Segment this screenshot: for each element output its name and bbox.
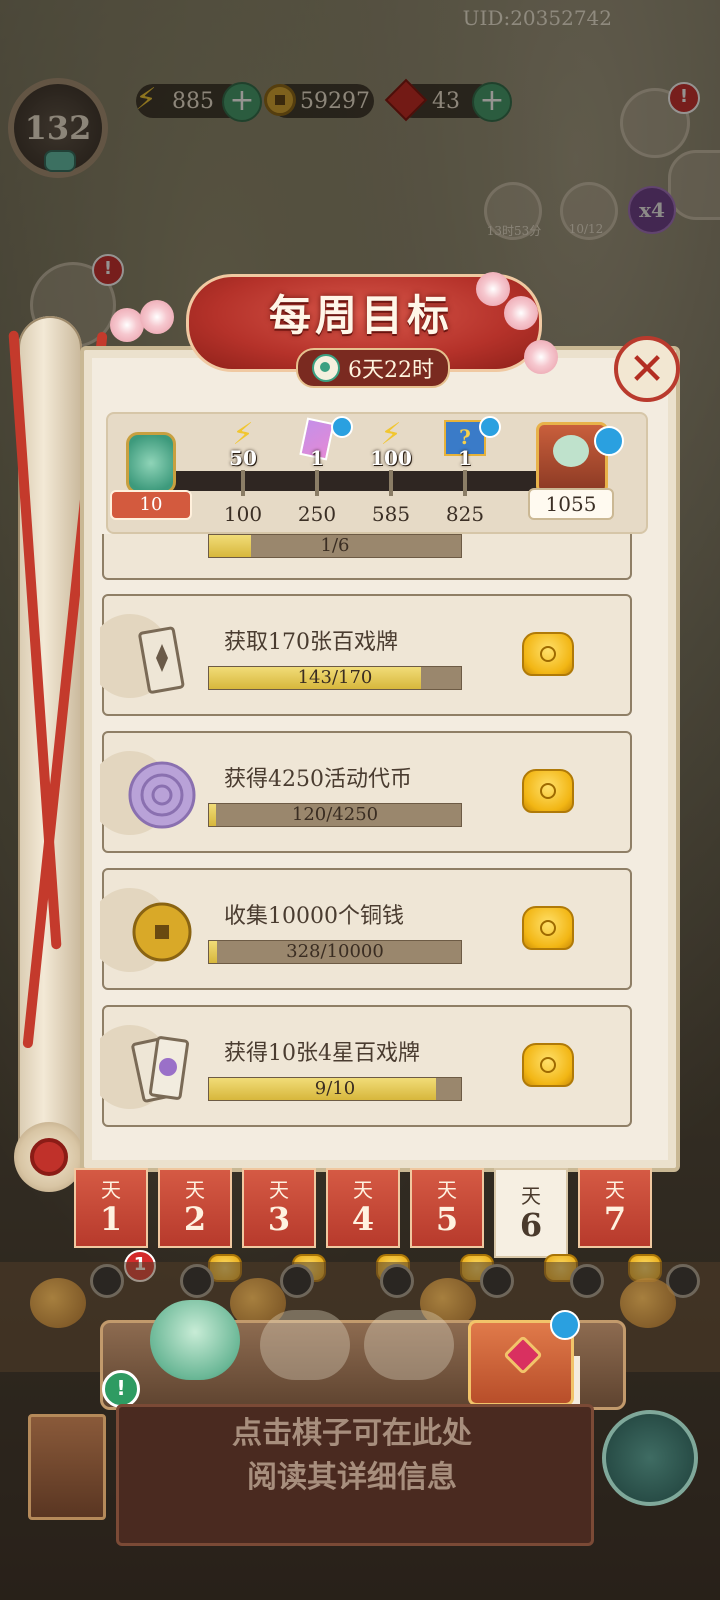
day-number: 7 xyxy=(603,1200,627,1238)
day-number: 1 xyxy=(99,1200,123,1238)
milestone-reward-1[interactable]: ⚡ 50 xyxy=(213,420,273,472)
task-name: 获得4250活动代币 xyxy=(224,767,412,792)
close-button[interactable]: ✕ xyxy=(614,336,680,402)
reward-amount: 1 xyxy=(310,446,324,470)
blossom-decoration xyxy=(110,308,144,342)
milestone-points: 585 xyxy=(371,502,411,526)
day-number: 3 xyxy=(267,1200,291,1238)
day-number: 4 xyxy=(351,1200,375,1238)
reward-amount: 100 xyxy=(370,446,412,470)
milestone-tick xyxy=(389,470,393,496)
current-points: 10 xyxy=(110,490,192,520)
gold-ingot-reward-icon[interactable] xyxy=(522,906,574,950)
final-reward-magnifier-icon[interactable] xyxy=(594,426,624,456)
day-tab-5[interactable]: 天5 xyxy=(410,1168,484,1248)
cabinet-button[interactable] xyxy=(28,1414,106,1520)
info-alert-badge[interactable]: ! xyxy=(102,1370,140,1408)
time-left: 6天22时 xyxy=(348,358,434,383)
task-progress-text: 120/4250 xyxy=(291,804,379,825)
locked-cat-silhouette xyxy=(364,1310,454,1380)
board-peg xyxy=(570,1264,604,1298)
chest-magnifier-icon[interactable] xyxy=(550,1310,580,1340)
day-tab-1[interactable]: 天1 xyxy=(74,1168,148,1248)
day-number: 2 xyxy=(183,1200,207,1238)
day-label: 天 xyxy=(437,1178,457,1202)
close-icon: ✕ xyxy=(628,343,666,395)
task-progress-text: 9/10 xyxy=(314,1078,356,1099)
jade-cat-piece[interactable] xyxy=(150,1300,240,1380)
day-tab-4[interactable]: 天4 xyxy=(326,1168,400,1248)
task-name: 获取170张百戏牌 xyxy=(224,630,398,655)
milestone-reward-2[interactable]: 1 xyxy=(287,416,353,472)
day-number: 6 xyxy=(519,1206,543,1244)
task-progress-bar: 120/4250 xyxy=(208,803,462,827)
info-line-2: 阅读其详细信息 xyxy=(247,1460,457,1495)
locked-cat-silhouette xyxy=(260,1310,350,1380)
task-progress-bar: 143/170 xyxy=(208,666,462,690)
time-left-pill: 6天22时 xyxy=(296,348,450,388)
copper-coin-icon xyxy=(122,892,202,972)
rose-token-icon xyxy=(122,755,202,835)
reward-amount: 50 xyxy=(229,446,257,470)
task-progress-bar: 9/10 xyxy=(208,1077,462,1101)
task-progress-text: 328/10000 xyxy=(286,941,384,962)
final-points: 1055 xyxy=(528,488,614,520)
hen-piece[interactable] xyxy=(620,1278,676,1328)
day-label: 天 xyxy=(101,1178,121,1202)
task-row: 获得4250活动代币 120/4250 xyxy=(100,731,632,853)
hen-piece[interactable] xyxy=(30,1278,86,1328)
day-tab-3[interactable]: 天3 xyxy=(242,1168,316,1248)
four-star-card-icon xyxy=(122,1029,202,1109)
gold-ingot-reward-icon[interactable] xyxy=(522,1043,574,1087)
board-peg xyxy=(180,1264,214,1298)
day-number: 5 xyxy=(435,1200,459,1238)
milestone-reward-3[interactable]: ⚡ 100 xyxy=(361,420,421,472)
task-name: 收集10000个铜钱 xyxy=(224,904,404,929)
milestone-points: 250 xyxy=(297,502,337,526)
task-progress-text: 143/170 xyxy=(297,667,373,688)
day-tab-2[interactable]: 天2 xyxy=(158,1168,232,1248)
day-label: 天 xyxy=(605,1178,625,1202)
day-tab-6[interactable]: 天6 xyxy=(494,1168,568,1258)
clock-icon xyxy=(312,354,340,382)
pagoda-button[interactable] xyxy=(602,1410,698,1506)
blossom-decoration xyxy=(140,300,174,334)
jade-pendant-icon xyxy=(126,432,176,494)
milestone-tick xyxy=(241,470,245,496)
task-row: 获取170张百戏牌 143/170 xyxy=(100,594,632,716)
milestone-points: 100 xyxy=(223,502,263,526)
milestone-reward-4[interactable]: ? 1 xyxy=(435,416,501,472)
gold-ingot-reward-icon[interactable] xyxy=(522,769,574,813)
blossom-decoration xyxy=(504,296,538,330)
piece-info-hint: 点击棋子可在此处 阅读其详细信息 xyxy=(116,1412,588,1500)
board-peg xyxy=(280,1264,314,1298)
day-label: 天 xyxy=(353,1178,373,1202)
reward-amount: 1 xyxy=(458,446,472,470)
task-list[interactable]: 获取170张百戏牌 143/170 获得4250活动代币 120/4250 收集… xyxy=(100,534,646,1134)
magnifier-icon[interactable] xyxy=(479,416,501,438)
board-peg xyxy=(480,1264,514,1298)
day-label: 天 xyxy=(185,1178,205,1202)
magnifier-icon[interactable] xyxy=(331,416,353,438)
gold-ingot-reward-icon[interactable] xyxy=(522,632,574,676)
blossom-decoration xyxy=(524,340,558,374)
day-label: 天 xyxy=(521,1184,541,1208)
task-name: 获得10张4星百戏牌 xyxy=(224,1041,420,1066)
board-peg xyxy=(90,1264,124,1298)
card-icon xyxy=(122,618,202,698)
day-tab-7[interactable]: 天7 xyxy=(578,1168,652,1248)
milestone-tick xyxy=(463,470,467,496)
blossom-decoration xyxy=(476,272,510,306)
milestone-points: 825 xyxy=(445,502,485,526)
task-progress-bar: 328/10000 xyxy=(208,940,462,964)
day-label: 天 xyxy=(269,1178,289,1202)
milestone-tick xyxy=(315,470,319,496)
info-line-1: 点击棋子可在此处 xyxy=(232,1416,472,1451)
board-peg xyxy=(380,1264,414,1298)
task-row: 获得10张4星百戏牌 9/10 xyxy=(100,1005,632,1127)
task-row: 收集10000个铜钱 328/10000 xyxy=(100,868,632,990)
